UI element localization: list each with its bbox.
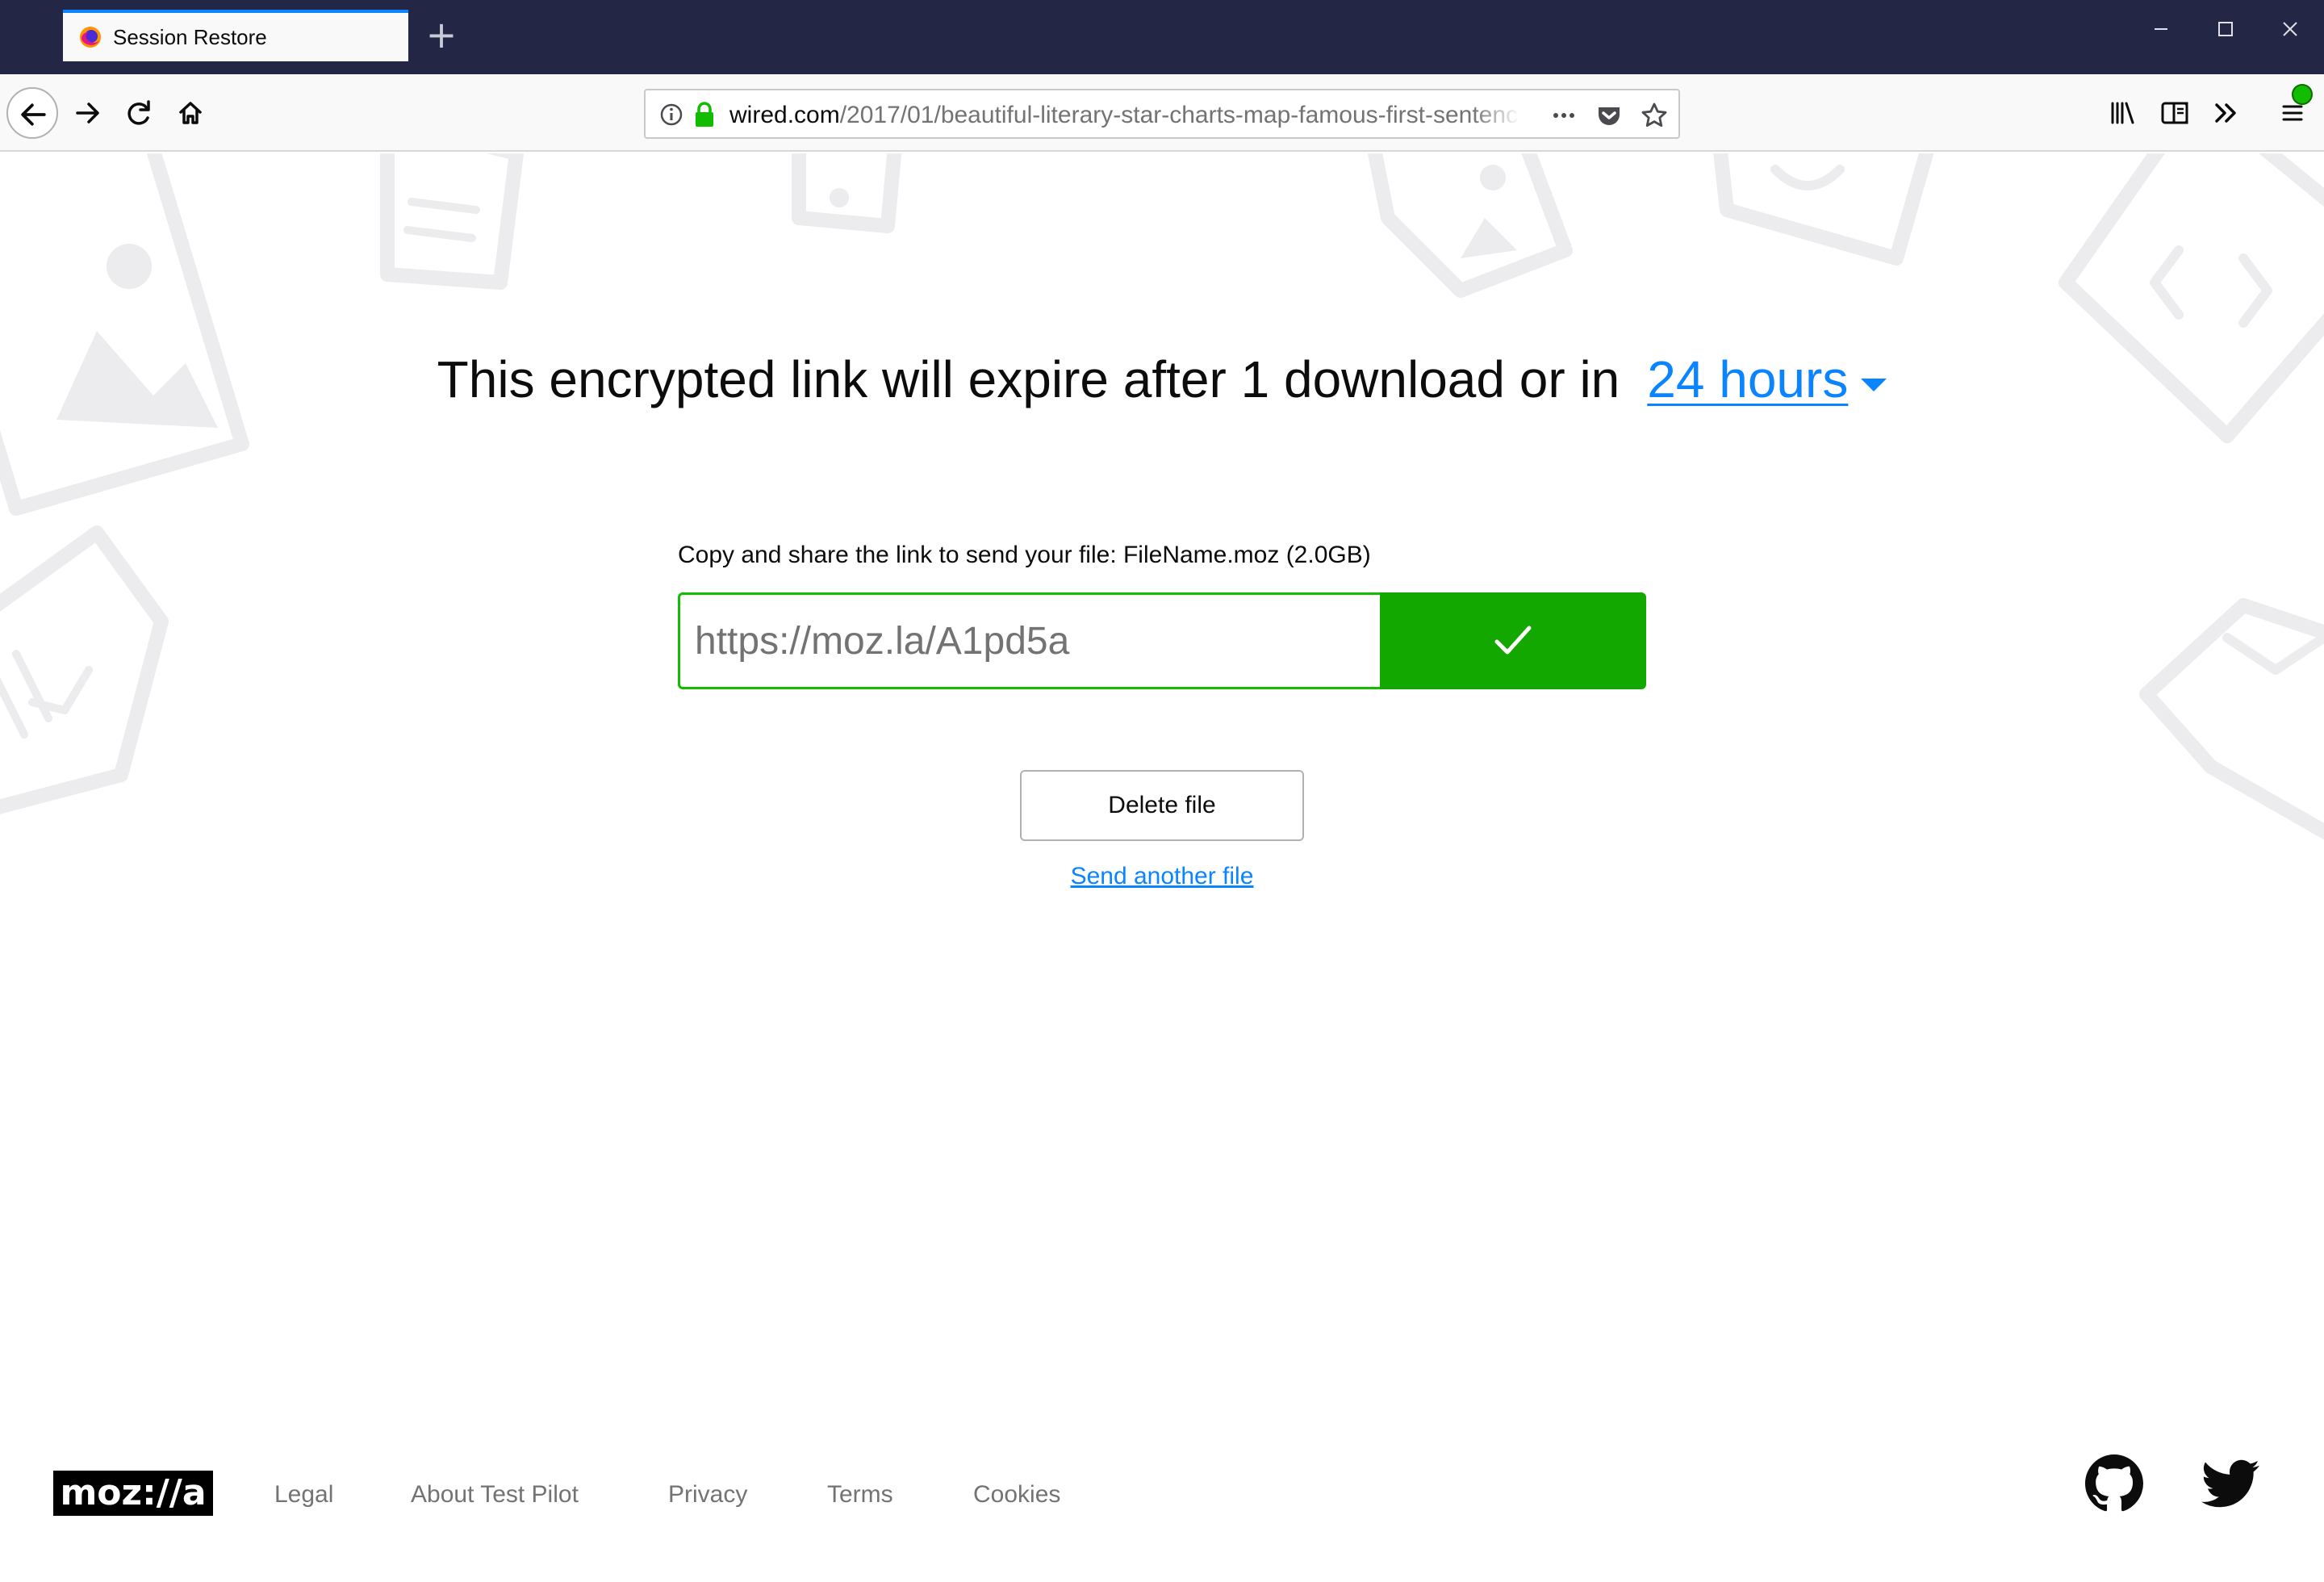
info-icon[interactable] <box>658 102 684 128</box>
github-icon <box>2085 1454 2143 1512</box>
title-bar: Session Restore + <box>0 0 2324 74</box>
tab-session-restore[interactable]: Session Restore <box>63 10 408 61</box>
back-arrow-icon <box>21 103 46 126</box>
lock-icon[interactable] <box>692 101 717 128</box>
url-domain: wired.com <box>729 102 840 128</box>
delete-file-button[interactable]: Delete file <box>1020 770 1304 841</box>
pocket-button[interactable] <box>1593 100 1625 131</box>
more-dots-icon <box>1553 113 1574 118</box>
share-link-input[interactable] <box>678 592 1383 689</box>
library-button[interactable] <box>2103 94 2143 132</box>
headline-text: This encrypted link will expire after 1 … <box>437 350 1620 408</box>
close-window-button[interactable] <box>2266 11 2314 47</box>
checkmark-icon <box>1494 626 1532 655</box>
new-tab-button[interactable]: + <box>421 15 462 55</box>
minimize-button[interactable] <box>2137 11 2185 47</box>
reload-icon <box>127 100 150 125</box>
home-button[interactable] <box>165 87 216 139</box>
share-instructions: Copy and share the link to send your fil… <box>678 542 1371 568</box>
reload-button[interactable] <box>113 87 165 139</box>
sidebar-icon <box>2161 102 2188 124</box>
footer-link-privacy[interactable]: Privacy <box>668 1480 747 1509</box>
double-chevron-icon <box>2215 103 2236 123</box>
star-icon <box>1641 103 1667 127</box>
footer-link-about-test-pilot[interactable]: About Test Pilot <box>411 1480 579 1509</box>
forward-arrow-icon <box>76 103 99 123</box>
mozilla-logo[interactable]: moz://a <box>53 1471 213 1516</box>
url-text[interactable]: wired.com/2017/01/beautiful-literary-sta… <box>729 102 1520 129</box>
bookmark-star-button[interactable] <box>1638 100 1670 131</box>
twitter-icon <box>2201 1459 2259 1508</box>
github-link[interactable] <box>2085 1454 2143 1513</box>
url-path: /2017/01/beautiful-literary-star-charts-… <box>839 102 1520 128</box>
forward-button[interactable] <box>61 87 113 139</box>
twitter-link[interactable] <box>2201 1454 2259 1513</box>
update-available-badge[interactable] <box>2292 84 2313 105</box>
minimize-icon <box>2155 28 2167 30</box>
maximize-button[interactable] <box>2201 11 2250 47</box>
copy-link-button[interactable] <box>1380 592 1646 689</box>
home-icon <box>179 102 202 124</box>
page-actions-button[interactable] <box>1548 100 1580 131</box>
send-another-file-link: Send another file <box>0 862 2324 891</box>
maximize-icon <box>2218 22 2233 36</box>
sidebar-button[interactable] <box>2155 94 2195 132</box>
back-button[interactable] <box>6 87 58 139</box>
close-icon <box>2283 22 2297 36</box>
send-another-link-text[interactable]: Send another file <box>1071 863 1254 889</box>
share-link-row <box>678 592 1646 689</box>
library-icon <box>2111 102 2134 124</box>
firefox-logo-icon <box>80 27 101 48</box>
footer-link-legal[interactable]: Legal <box>274 1480 333 1509</box>
overflow-button[interactable] <box>2206 94 2247 132</box>
expiry-headline: This encrypted link will expire after 1 … <box>0 347 2324 412</box>
footer-link-terms[interactable]: Terms <box>827 1480 893 1509</box>
caret-down-icon[interactable] <box>1861 379 1887 392</box>
url-bar[interactable]: wired.com/2017/01/beautiful-literary-sta… <box>644 89 1680 139</box>
page-content: This encrypted link will expire after 1 … <box>0 153 2324 1582</box>
expiry-time-dropdown[interactable]: 24 hours <box>1647 350 1848 408</box>
navigation-toolbar: wired.com/2017/01/beautiful-literary-sta… <box>0 74 2324 152</box>
tab-title: Session Restore <box>113 24 267 49</box>
pocket-icon <box>1599 107 1620 125</box>
footer-link-cookies[interactable]: Cookies <box>973 1480 1060 1509</box>
